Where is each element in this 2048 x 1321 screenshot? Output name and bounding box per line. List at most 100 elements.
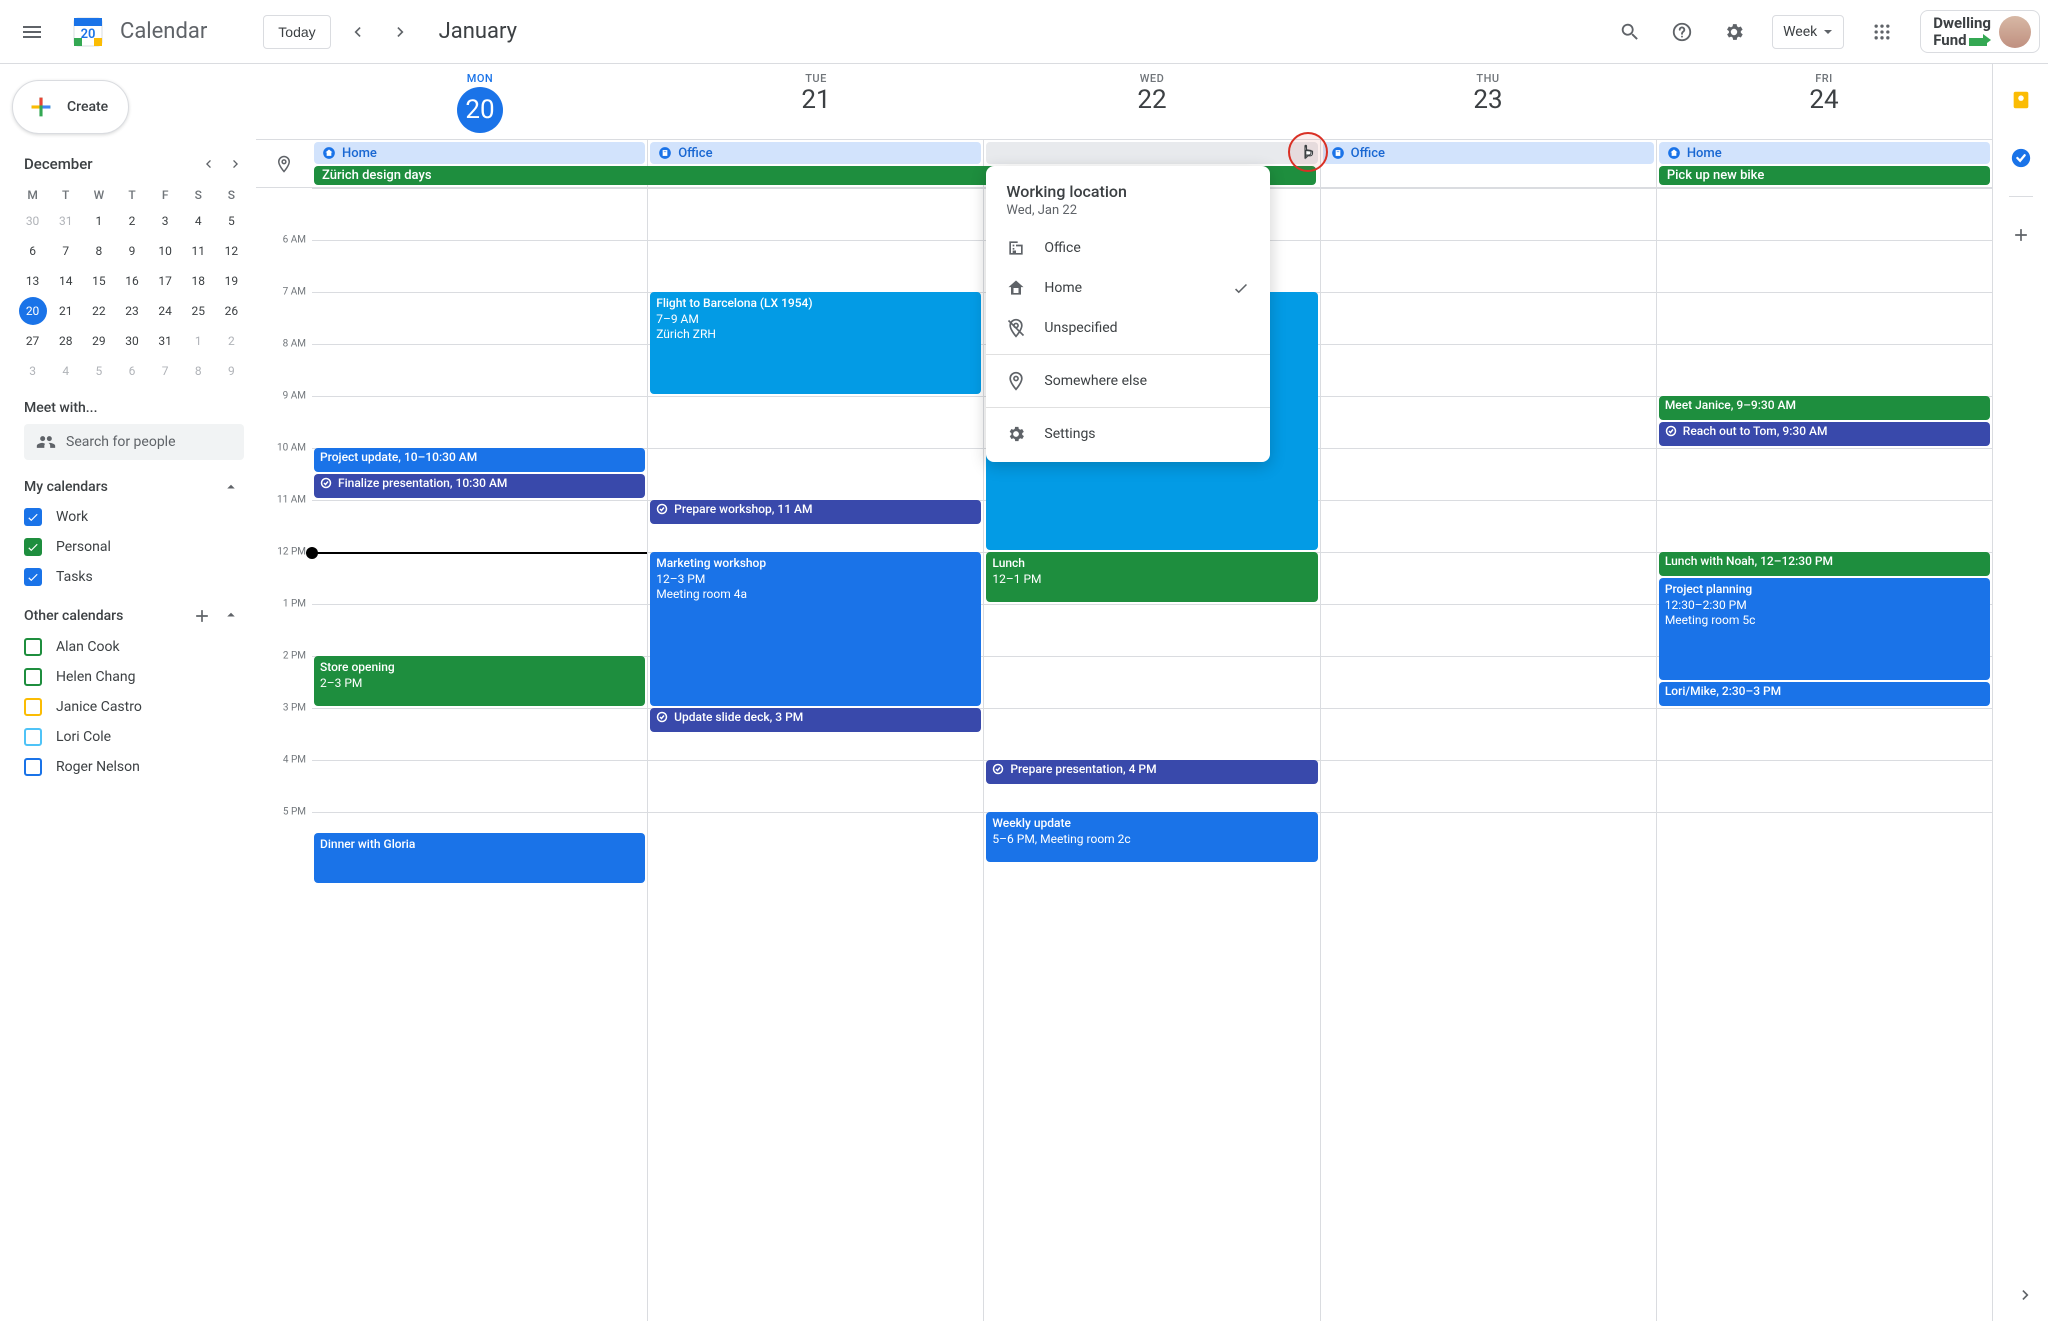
location-chip[interactable]: Home — [1659, 142, 1990, 164]
calendar-event[interactable]: Dinner with Gloria — [314, 833, 645, 883]
mini-day[interactable]: 8 — [85, 237, 113, 265]
day-column[interactable] — [1320, 188, 1656, 1321]
calendar-event[interactable]: Lori/Mike, 2:30–3 PM — [1659, 682, 1990, 706]
calendar-event[interactable]: Project update, 10–10:30 AM — [314, 448, 645, 472]
mini-day[interactable]: 7 — [52, 237, 80, 265]
calendar-event[interactable]: Prepare presentation, 4 PM — [986, 760, 1317, 784]
allday-event[interactable]: Pick up new bike — [1659, 166, 1990, 185]
add-addon-icon[interactable] — [2001, 215, 2041, 255]
calendar-event[interactable]: Lunch with Noah, 12–12:30 PM — [1659, 552, 1990, 576]
mini-day[interactable]: 31 — [52, 207, 80, 235]
meet-search-input[interactable]: Search for people — [24, 424, 244, 460]
mini-next-button[interactable] — [224, 152, 248, 176]
mini-day[interactable]: 2 — [118, 207, 146, 235]
mini-day[interactable]: 9 — [118, 237, 146, 265]
mini-day[interactable]: 11 — [184, 237, 212, 265]
calendar-toggle[interactable]: Roger Nelson — [8, 752, 256, 782]
mini-day[interactable]: 28 — [52, 327, 80, 355]
next-week-button[interactable] — [383, 14, 419, 50]
popover-option[interactable]: Office — [986, 228, 1270, 268]
mini-day[interactable]: 8 — [184, 357, 212, 385]
today-button[interactable]: Today — [263, 15, 330, 49]
day-column[interactable]: Project update, 10–10:30 AM Finalize pre… — [312, 188, 647, 1321]
checkbox-icon[interactable] — [24, 668, 42, 686]
add-calendar-icon[interactable] — [192, 606, 212, 626]
mini-day[interactable]: 17 — [151, 267, 179, 295]
mini-day[interactable]: 23 — [118, 297, 146, 325]
location-chip[interactable] — [986, 142, 1317, 164]
checkbox-icon[interactable] — [24, 508, 42, 526]
avatar[interactable] — [1999, 16, 2031, 48]
mini-day[interactable]: 19 — [217, 267, 245, 295]
mini-day[interactable]: 31 — [151, 327, 179, 355]
allday-column[interactable]: Office — [1320, 140, 1656, 187]
mini-day[interactable]: 30 — [118, 327, 146, 355]
calendar-toggle[interactable]: Tasks — [8, 562, 256, 592]
calendar-toggle[interactable]: Helen Chang — [8, 662, 256, 692]
mini-day[interactable]: 30 — [19, 207, 47, 235]
location-chip[interactable]: Office — [650, 142, 981, 164]
day-column[interactable]: Flight to Barcelona (LX 1954)7–9 AMZüric… — [647, 188, 983, 1321]
view-select[interactable]: Week — [1772, 15, 1844, 49]
calendar-event[interactable]: Weekly update5–6 PM, Meeting room 2c — [986, 812, 1317, 862]
workspace-brand[interactable]: Dwelling Fund — [1920, 10, 2040, 53]
day-header[interactable]: THU23 — [1320, 64, 1656, 139]
popover-somewhere-else[interactable]: Somewhere else — [986, 361, 1270, 401]
mini-day[interactable]: 6 — [19, 237, 47, 265]
checkbox-icon[interactable] — [24, 568, 42, 586]
checkbox-icon[interactable] — [24, 728, 42, 746]
calendar-event[interactable]: Flight to Barcelona (LX 1954)7–9 AMZüric… — [650, 292, 981, 394]
mini-day[interactable]: 2 — [217, 327, 245, 355]
mini-day[interactable]: 16 — [118, 267, 146, 295]
checkbox-icon[interactable] — [24, 758, 42, 776]
checkbox-icon[interactable] — [24, 638, 42, 656]
mini-day[interactable]: 18 — [184, 267, 212, 295]
calendar-toggle[interactable]: Work — [8, 502, 256, 532]
mini-day[interactable]: 9 — [217, 357, 245, 385]
location-chip[interactable]: Office — [1323, 142, 1654, 164]
mini-day[interactable]: 29 — [85, 327, 113, 355]
checkbox-icon[interactable] — [24, 538, 42, 556]
mini-day[interactable]: 4 — [52, 357, 80, 385]
calendar-toggle[interactable]: Personal — [8, 532, 256, 562]
calendar-event[interactable]: Lunch12–1 PM — [986, 552, 1317, 602]
mini-day[interactable]: 21 — [52, 297, 80, 325]
apps-icon[interactable] — [1862, 12, 1902, 52]
help-icon[interactable] — [1662, 12, 1702, 52]
tasks-icon[interactable] — [2001, 138, 2041, 178]
mini-day[interactable]: 20 — [19, 297, 47, 325]
settings-icon[interactable] — [1714, 12, 1754, 52]
prev-week-button[interactable] — [339, 14, 375, 50]
day-column[interactable]: Meet Janice, 9–9:30 AM Reach out to Tom,… — [1656, 188, 1992, 1321]
day-header[interactable]: TUE21 — [648, 64, 984, 139]
popover-option[interactable]: Home — [986, 268, 1270, 308]
calendar-event[interactable]: Meet Janice, 9–9:30 AM — [1659, 396, 1990, 420]
popover-settings[interactable]: Settings — [986, 414, 1270, 454]
calendar-toggle[interactable]: Lori Cole — [8, 722, 256, 752]
mini-prev-button[interactable] — [196, 152, 220, 176]
mini-day[interactable]: 22 — [85, 297, 113, 325]
popover-option[interactable]: Unspecified — [986, 308, 1270, 348]
mini-day[interactable]: 27 — [19, 327, 47, 355]
mini-day[interactable]: 4 — [184, 207, 212, 235]
expand-panel-icon[interactable] — [2016, 1285, 2036, 1305]
mini-day[interactable]: 14 — [52, 267, 80, 295]
day-header[interactable]: FRI24 — [1656, 64, 1992, 139]
chevron-up-icon[interactable] — [222, 606, 240, 624]
day-header[interactable]: MON20 — [312, 64, 648, 139]
chevron-up-icon[interactable] — [222, 478, 240, 496]
calendar-event[interactable]: Store opening2–3 PM — [314, 656, 645, 706]
mini-day[interactable]: 1 — [184, 327, 212, 355]
allday-column[interactable]: Home Pick up new bike — [1656, 140, 1992, 187]
calendar-event[interactable]: Project planning12:30–2:30 PMMeeting roo… — [1659, 578, 1990, 680]
mini-day[interactable]: 10 — [151, 237, 179, 265]
mini-day[interactable]: 12 — [217, 237, 245, 265]
mini-day[interactable]: 25 — [184, 297, 212, 325]
search-icon[interactable] — [1610, 12, 1650, 52]
mini-day[interactable]: 3 — [19, 357, 47, 385]
calendar-event[interactable]: Marketing workshop12–3 PMMeeting room 4a — [650, 552, 981, 706]
mini-day[interactable]: 5 — [217, 207, 245, 235]
mini-day[interactable]: 5 — [85, 357, 113, 385]
menu-icon[interactable] — [8, 8, 56, 56]
calendar-event[interactable]: Reach out to Tom, 9:30 AM — [1659, 422, 1990, 446]
